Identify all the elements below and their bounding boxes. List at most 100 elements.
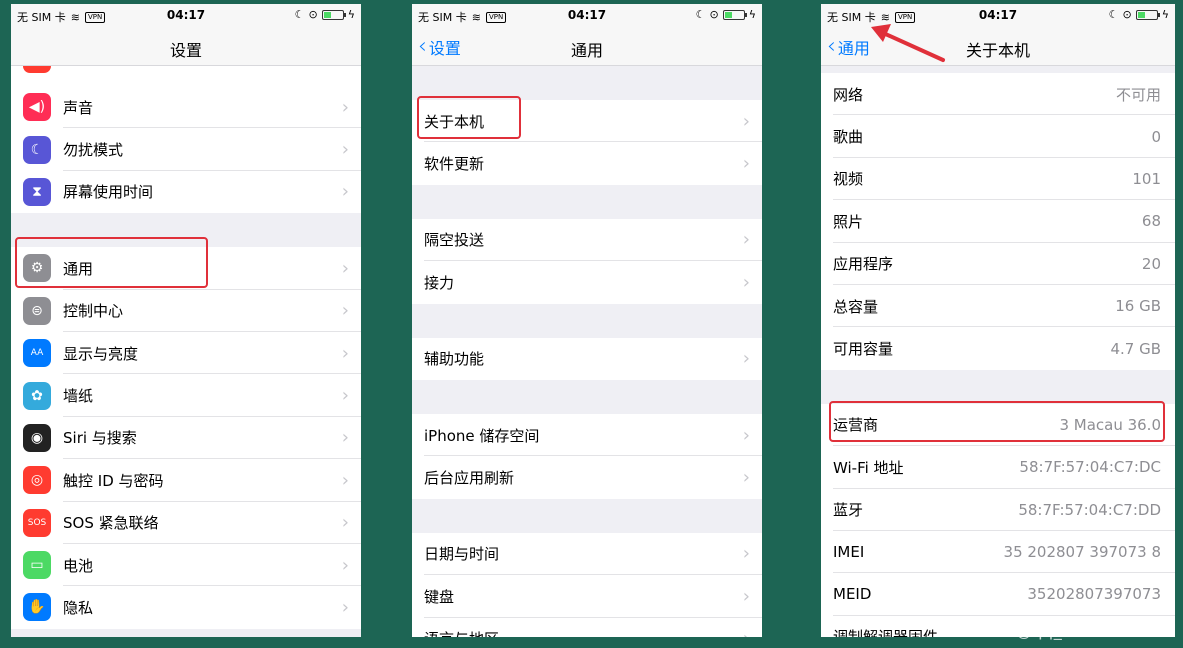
battery-status-icon — [321, 9, 346, 20]
row-value: 4.7 GB — [1110, 339, 1161, 358]
row-label: Siri 与搜索 — [63, 429, 137, 448]
settings-row[interactable]: ◉ Siri 与搜索 › — [11, 417, 361, 460]
lock-rotation-icon: ⊙ — [709, 8, 719, 21]
settings-row[interactable]: ⊜ 控制中心 › — [11, 290, 361, 333]
row-label: 运营商 — [833, 416, 879, 435]
settings-row[interactable]: ⧗ 屏幕使用时间 › — [11, 171, 361, 213]
row-label: 声音 — [63, 98, 94, 117]
row-label: 显示与亮度 — [63, 344, 139, 363]
row-label: 接力 — [424, 273, 455, 292]
info-row: 运营商 3 Macau 36.0 — [821, 404, 1175, 447]
info-row: 可用容量 4.7 GB — [821, 327, 1175, 369]
about-group-1: 网络 不可用歌曲 0 视频 101 照片 68 应用程序 20 总容量 16 GB 可用容量 4.7 G… — [821, 73, 1175, 370]
fingerprint-icon: ◎ — [23, 466, 51, 495]
notification-icon — [23, 66, 51, 74]
info-row: MEID 35202807397073 — [821, 573, 1175, 617]
speaker-icon: ◀) — [23, 93, 51, 122]
settings-row[interactable]: ✿ 墙纸 › — [11, 374, 361, 418]
general-row[interactable]: 隔空投送 › — [412, 219, 762, 262]
info-row: 歌曲 0 — [821, 115, 1175, 159]
row-label: 软件更新 — [424, 155, 485, 174]
general-row[interactable]: 关于本机 › — [412, 100, 762, 143]
chevron-right-icon: › — [742, 110, 750, 132]
row-label: 应用程序 — [833, 255, 894, 274]
watermark: CSDN @qq_1774525808 — [962, 621, 1169, 640]
chevron-right-icon: › — [341, 469, 349, 491]
row-value: 58:7F:57:04:C7:DD — [1018, 500, 1161, 519]
general-row[interactable]: 日期与时间 › — [412, 533, 762, 576]
chevron-right-icon: › — [341, 300, 349, 322]
row-value: 3 Macau 36.0 — [1059, 415, 1161, 434]
hourglass-icon: ⧗ — [23, 177, 51, 206]
chevron-right-icon: › — [742, 229, 750, 251]
general-group: 日期与时间›键盘›语言与地区› — [412, 532, 762, 637]
settings-group-1: ◀) 声音 › ☾ 勿扰模式 › ⧗ 屏幕使用时间 › — [11, 86, 361, 214]
info-row: IMEI 35 202807 397073 8 — [821, 531, 1175, 574]
settings-row[interactable]: SOS SOS 紧急联络 › — [11, 502, 361, 545]
general-row[interactable]: 语言与地区› — [412, 618, 762, 637]
lock-rotation-icon: ⊙ — [1122, 8, 1132, 21]
row-label: 通用 — [63, 259, 94, 278]
settings-row[interactable]: ✋ 隐私 › — [11, 586, 361, 628]
row-label: 关于本机 — [424, 112, 485, 131]
row-label: 后台应用刷新 — [424, 469, 515, 488]
about-group-2: 运营商 3 Macau 36.0 Wi-Fi 地址 58:7F:57:04:C7:DC… — [821, 403, 1175, 637]
status-bar: 无 SIM 卡 ≋ VPN 04:17 ☾ ⊙ ϟ — [11, 4, 361, 28]
general-group: iPhone 储存空间 › 后台应用刷新 › — [412, 413, 762, 499]
row-label: 语言与地区 — [424, 628, 743, 637]
moon-status-icon: ☾ — [294, 8, 305, 21]
settings-row[interactable]: ▭ 电池 › — [11, 544, 361, 587]
info-row: 视频 101 — [821, 158, 1175, 201]
row-label: 视频 — [833, 170, 864, 189]
general-row[interactable]: 后台应用刷新 › — [412, 456, 762, 498]
red-arrow-icon — [871, 24, 945, 62]
settings-row[interactable]: ◎ 触控 ID 与密码 › — [11, 459, 361, 502]
row-label: 网络 — [833, 85, 864, 104]
general-row[interactable]: 软件更新 › — [412, 142, 762, 184]
gear-icon: ⚙ — [23, 254, 51, 283]
row-value: 101 — [1132, 169, 1161, 188]
row-value: 不可用 — [1115, 85, 1161, 104]
nav-bar: 设置 — [11, 28, 361, 66]
settings-row[interactable]: ⚙ 通用 › — [11, 247, 361, 290]
battery-status-icon — [722, 9, 747, 20]
row-label: 控制中心 — [63, 302, 124, 321]
chevron-right-icon: › — [341, 139, 349, 161]
row-label: 电池 — [63, 556, 94, 575]
charging-icon: ϟ — [748, 8, 756, 21]
chevron-right-icon: › — [341, 342, 349, 364]
row-label: 照片 — [833, 212, 864, 231]
info-row: 应用程序 20 — [821, 243, 1175, 286]
siri-icon: ◉ — [23, 423, 51, 452]
general-row[interactable]: 键盘 › — [412, 575, 762, 618]
row-label: Wi-Fi 地址 — [833, 458, 904, 477]
chevron-right-icon: › — [341, 596, 349, 618]
settings-row[interactable]: ☾ 勿扰模式 › — [11, 128, 361, 172]
row-label: 勿扰模式 — [63, 141, 124, 160]
partial-row — [11, 66, 361, 86]
row-label: SOS 紧急联络 — [63, 514, 159, 533]
flower-icon: ✿ — [23, 381, 51, 410]
general-row[interactable]: 辅助功能 › — [412, 338, 762, 380]
chevron-right-icon: › — [742, 348, 750, 370]
settings-group-2: ⚙ 通用 › ⊜ 控制中心 › AA 显示与亮度 › ✿ 墙纸 › ◉ Siri 与搜索 › ◎ 触控 ID 与… — [11, 247, 361, 629]
chevron-right-icon: › — [341, 181, 349, 203]
row-value: 35 202807 397073 8 — [1003, 543, 1161, 562]
page-title: 设置 — [169, 41, 202, 60]
aa-icon: AA — [23, 339, 51, 368]
moon-status-icon: ☾ — [1108, 8, 1119, 21]
general-groups: 关于本机 › 软件更新 › 隔空投送 › 接力 › 辅助功能 › iPhone 储存空间 › 后台应用刷… — [412, 66, 762, 637]
row-label: 隔空投送 — [424, 231, 485, 250]
settings-row[interactable]: AA 显示与亮度 › — [11, 332, 361, 375]
general-row[interactable]: iPhone 储存空间 › — [412, 414, 762, 457]
row-value: 68 — [1141, 212, 1161, 231]
row-label: IMEI — [833, 543, 865, 562]
info-row: 照片 68 — [821, 200, 1175, 243]
settings-row[interactable]: ◀) 声音 › — [11, 86, 361, 129]
row-label: MEID — [833, 585, 872, 604]
row-value: 58:7F:57:04:C7:DC — [1019, 458, 1161, 477]
general-group: 关于本机 › 软件更新 › — [412, 100, 762, 185]
info-row: 总容量 16 GB — [821, 285, 1175, 328]
general-row[interactable]: 接力 › — [412, 261, 762, 303]
battery-status-icon — [1135, 9, 1160, 20]
